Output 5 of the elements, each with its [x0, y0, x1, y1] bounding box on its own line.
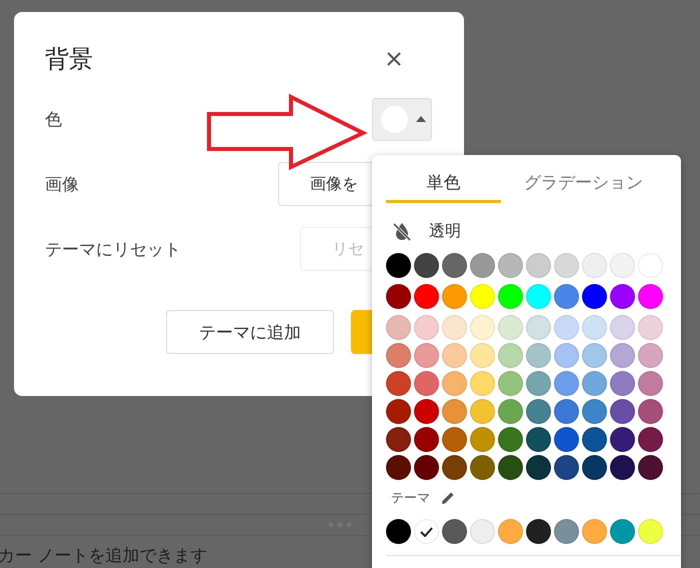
- theme-label: テーマ: [391, 490, 430, 507]
- field-label: 色: [45, 108, 62, 130]
- field-label: 画像: [45, 174, 79, 196]
- dialog-title: 背景: [45, 44, 93, 75]
- field-label: テーマにリセット: [45, 238, 181, 260]
